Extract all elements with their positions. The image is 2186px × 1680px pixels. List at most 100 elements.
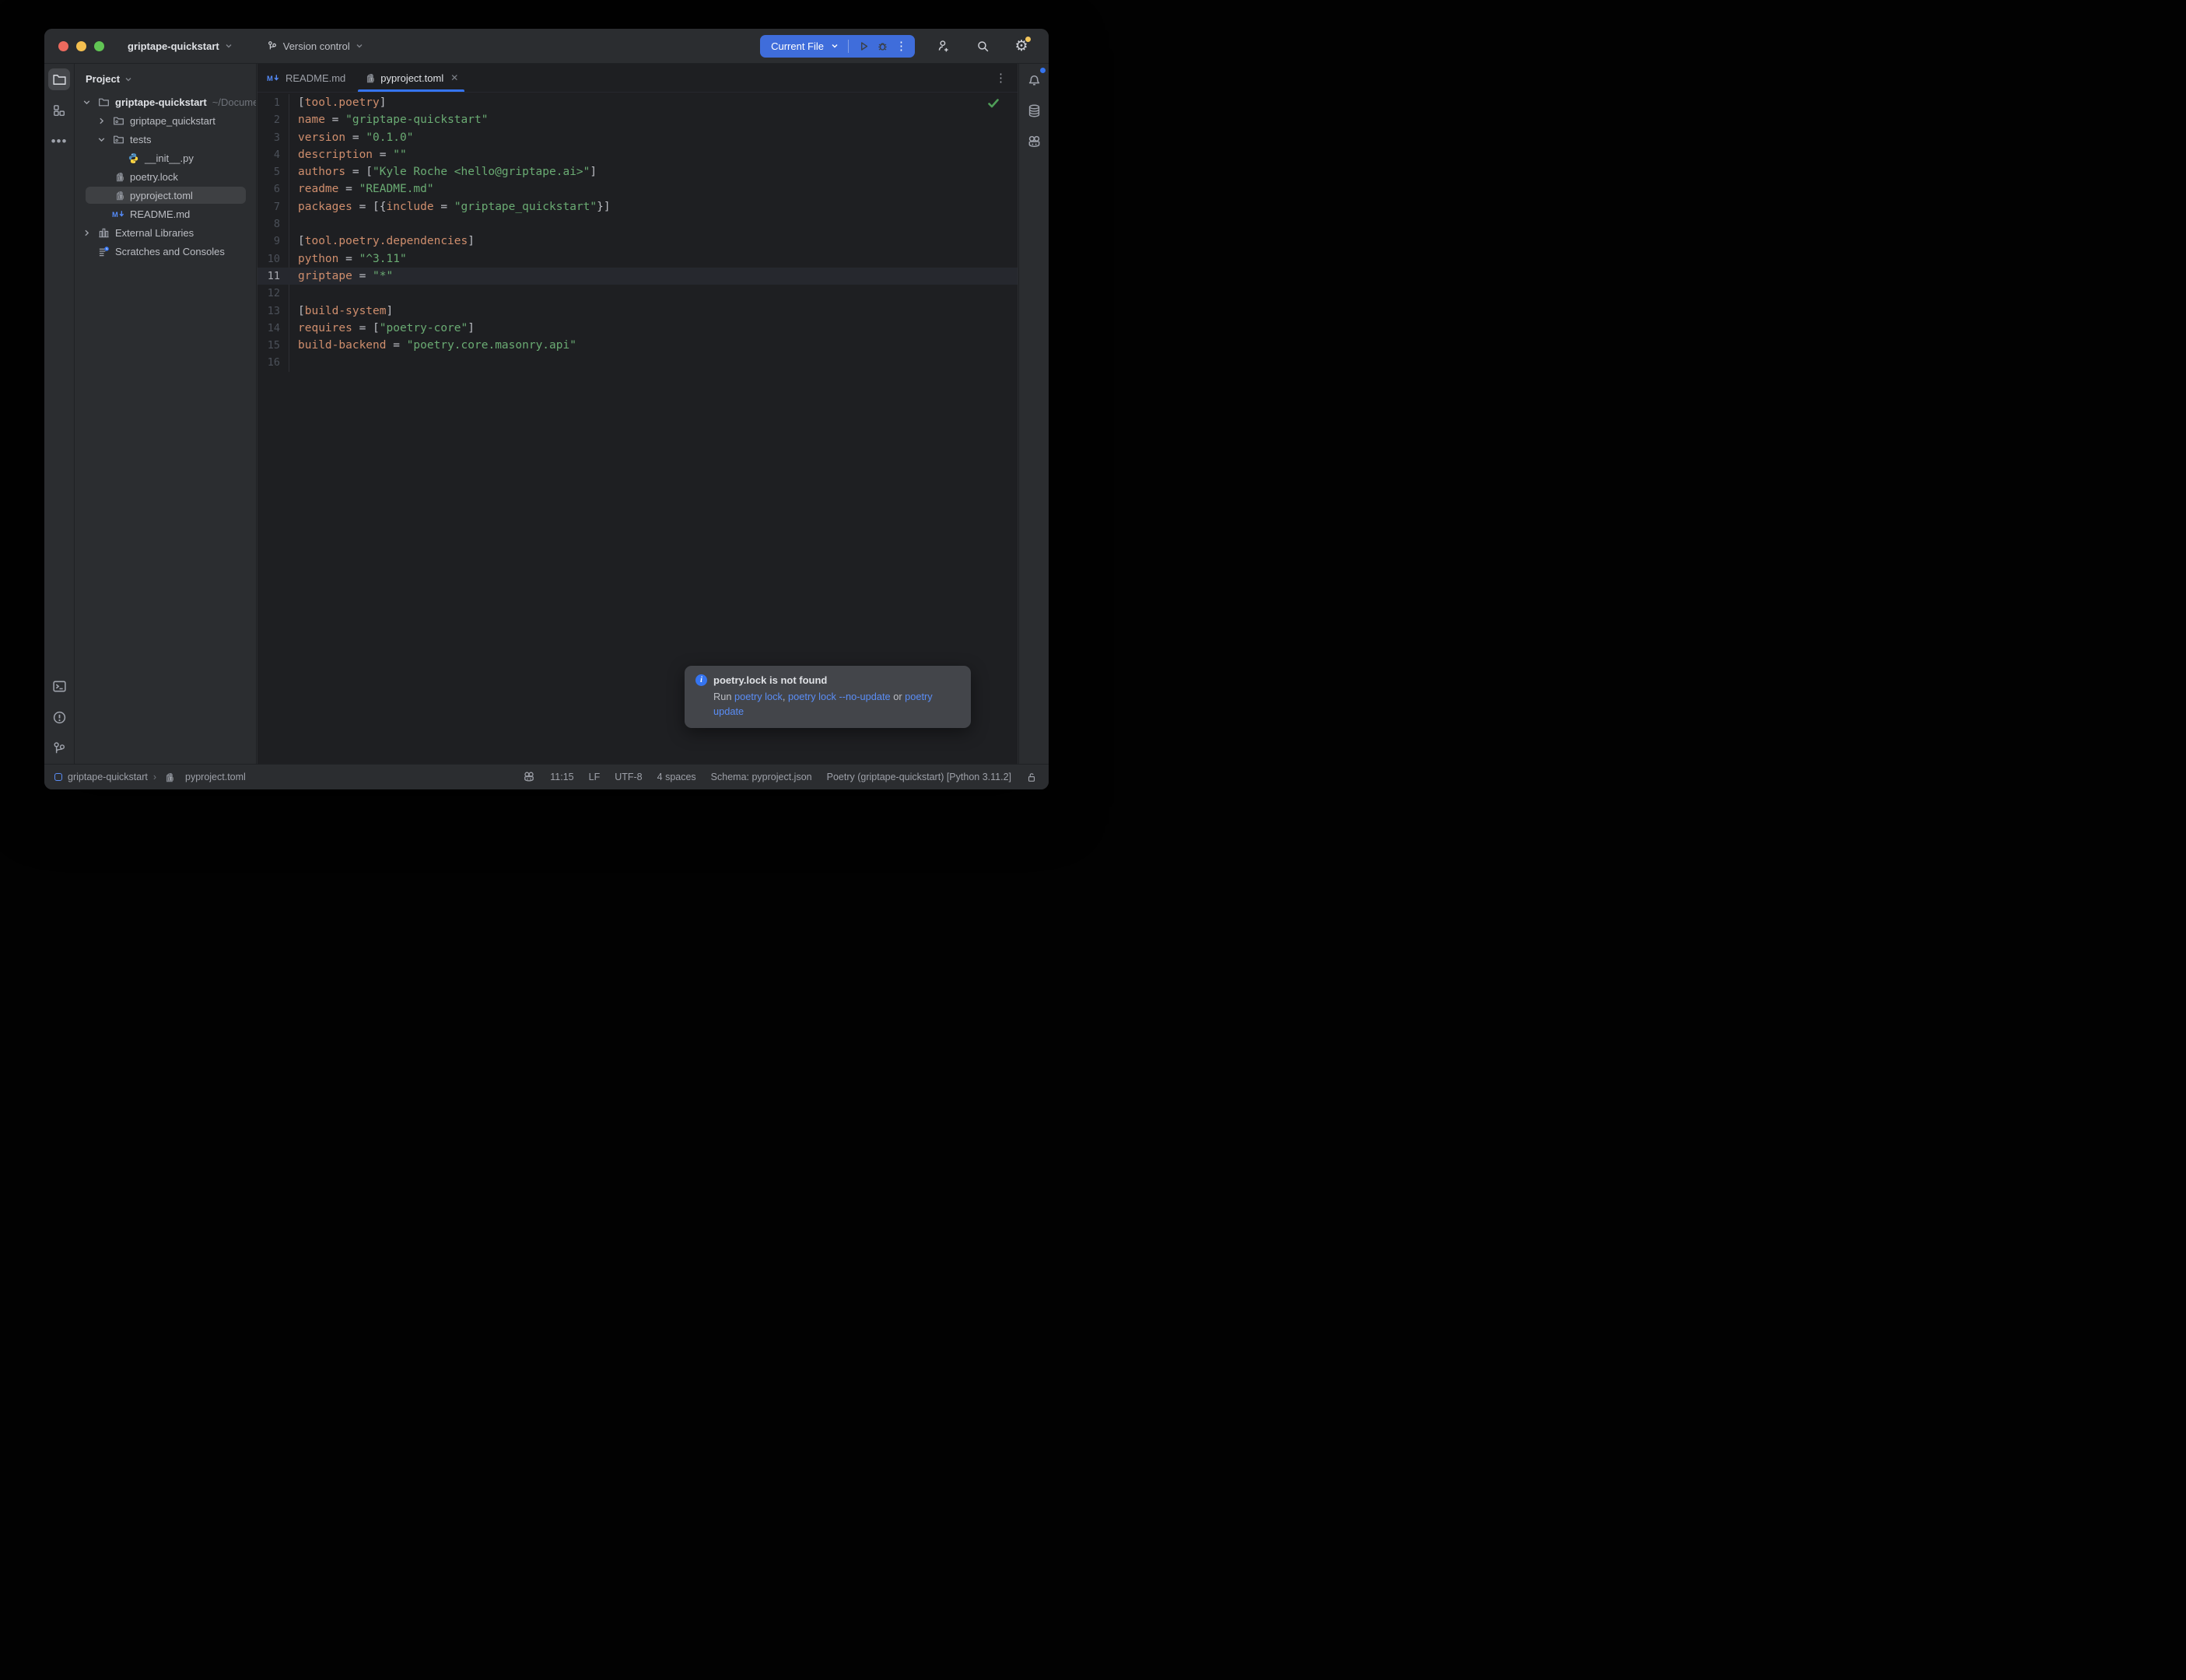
code-line-11[interactable]: 11griptape = "*"	[257, 268, 1018, 285]
database-toolwindow-button[interactable]	[1023, 100, 1045, 121]
close-window-button[interactable]	[58, 41, 68, 51]
chevron-down-icon[interactable]	[97, 135, 112, 144]
chevron-right-icon[interactable]	[97, 117, 112, 125]
title-bar-actions: Current File ⋮ ⚙	[760, 35, 1049, 58]
ide-window: griptape-quickstart Version control Curr…	[44, 29, 1049, 789]
line-separator-widget[interactable]: LF	[589, 772, 601, 782]
ai-assistant-status-icon[interactable]	[523, 771, 535, 783]
more-toolwindows-button[interactable]: •••	[48, 131, 70, 152]
line-number[interactable]: 16	[257, 354, 289, 371]
line-number[interactable]: 1	[257, 94, 289, 111]
svg-text:M: M	[112, 210, 118, 218]
line-number[interactable]: 3	[257, 129, 289, 146]
line-number[interactable]: 12	[257, 285, 289, 302]
breadcrumb-file[interactable]: pyproject.toml	[185, 772, 246, 782]
line-number[interactable]: 6	[257, 180, 289, 198]
lock-icon[interactable]	[1026, 772, 1037, 783]
close-tab-icon[interactable]: ✕	[450, 72, 458, 83]
add-user-button[interactable]	[934, 36, 954, 56]
tree-item-scratches-and-consoles[interactable]: Scratches and Consoles	[75, 242, 256, 261]
ai-assistant-toolwindow-button[interactable]	[1023, 131, 1045, 152]
tree-item-poetry-lock[interactable]: [T]poetry.lock	[75, 167, 256, 186]
code-line-10[interactable]: 10python = "^3.11"	[257, 250, 1018, 268]
window-controls	[44, 41, 118, 51]
play-icon[interactable]	[858, 40, 870, 52]
notification-link-poetry-lock[interactable]: poetry lock	[734, 691, 783, 702]
chevron-right-icon[interactable]	[82, 229, 97, 237]
line-number[interactable]: 11	[257, 268, 289, 285]
indent-widget[interactable]: 4 spaces	[657, 772, 696, 782]
search-everywhere-button[interactable]	[972, 36, 993, 56]
maximize-window-button[interactable]	[94, 41, 104, 51]
editor-tab-bar: MREADME.md[T]pyproject.toml✕ ⋮	[257, 64, 1018, 93]
settings-button[interactable]: ⚙	[1011, 36, 1032, 56]
encoding-widget[interactable]: UTF-8	[615, 772, 642, 782]
tree-item-label: tests	[130, 134, 151, 145]
notification-link-poetry-lock-no-update[interactable]: poetry lock --no-update	[788, 691, 891, 702]
project-toolwindow-button[interactable]	[48, 68, 70, 90]
line-number[interactable]: 14	[257, 320, 289, 337]
inspections-status[interactable]	[988, 99, 999, 108]
minimize-window-button[interactable]	[76, 41, 86, 51]
problems-toolwindow-button[interactable]	[48, 706, 70, 728]
line-number[interactable]: 7	[257, 198, 289, 215]
code-line-5[interactable]: 5authors = ["Kyle Roche <hello@griptape.…	[257, 163, 1018, 180]
chevron-down-icon[interactable]	[831, 42, 839, 50]
notifications-button[interactable]	[1023, 68, 1045, 90]
line-number[interactable]: 8	[257, 215, 289, 233]
line-number[interactable]: 10	[257, 250, 289, 268]
caret-position-widget[interactable]: 11:15	[550, 772, 573, 782]
code-editor[interactable]: 1[tool.poetry]2name = "griptape-quicksta…	[257, 93, 1018, 764]
code-line-6[interactable]: 6readme = "README.md"	[257, 180, 1018, 198]
code-line-9[interactable]: 9[tool.poetry.dependencies]	[257, 233, 1018, 250]
line-number[interactable]: 5	[257, 163, 289, 180]
code-line-14[interactable]: 14requires = ["poetry-core"]	[257, 320, 1018, 337]
tree-item--init-py[interactable]: __init__.py	[75, 149, 256, 167]
version-control-toolwindow-button[interactable]	[48, 737, 70, 759]
code-line-text: requires = ["poetry-core"]	[289, 320, 475, 337]
tab-pyproject-toml[interactable]: [T]pyproject.toml✕	[355, 64, 468, 92]
code-line-1[interactable]: 1[tool.poetry]	[257, 94, 1018, 111]
info-icon: i	[695, 674, 707, 686]
code-line-8[interactable]: 8	[257, 215, 1018, 233]
tree-item-griptape-quickstart[interactable]: griptape_quickstart	[75, 111, 256, 130]
project-switcher[interactable]: griptape-quickstart	[128, 40, 233, 52]
code-line-15[interactable]: 15build-backend = "poetry.core.masonry.a…	[257, 337, 1018, 354]
notification-balloon[interactable]: i poetry.lock is not found Run poetry lo…	[685, 666, 971, 728]
code-line-13[interactable]: 13[build-system]	[257, 303, 1018, 320]
tree-item-pyproject-toml[interactable]: [T]pyproject.toml	[75, 186, 256, 205]
run-config-selector[interactable]: Current File	[771, 40, 824, 52]
code-line-12[interactable]: 12	[257, 285, 1018, 302]
code-line-2[interactable]: 2name = "griptape-quickstart"	[257, 111, 1018, 128]
schema-widget[interactable]: Schema: pyproject.json	[711, 772, 812, 782]
terminal-toolwindow-button[interactable]	[48, 675, 70, 697]
project-panel-header[interactable]: Project	[75, 64, 256, 93]
code-line-text: version = "0.1.0"	[289, 129, 413, 146]
interpreter-widget[interactable]: Poetry (griptape-quickstart) [Python 3.1…	[827, 772, 1011, 782]
tree-item-griptape-quickstart[interactable]: griptape-quickstart~/Docume	[75, 93, 256, 111]
line-number[interactable]: 2	[257, 111, 289, 128]
code-line-4[interactable]: 4description = ""	[257, 146, 1018, 163]
tree-item-tests[interactable]: tests	[75, 130, 256, 149]
line-number[interactable]: 4	[257, 146, 289, 163]
code-line-16[interactable]: 16	[257, 354, 1018, 371]
breadcrumb-project[interactable]: griptape-quickstart	[68, 772, 148, 782]
breadcrumbs: griptape-quickstart › [T] pyproject.toml	[44, 772, 246, 783]
code-line-text	[289, 285, 298, 302]
vcs-widget[interactable]: Version control	[267, 40, 363, 52]
line-number[interactable]: 15	[257, 337, 289, 354]
chevron-down-icon[interactable]	[82, 98, 97, 107]
line-number[interactable]: 9	[257, 233, 289, 250]
tab-readme-md[interactable]: MREADME.md	[257, 64, 355, 92]
tree-item-external-libraries[interactable]: External Libraries	[75, 223, 256, 242]
bug-icon[interactable]	[877, 40, 888, 52]
structure-toolwindow-button[interactable]	[48, 100, 70, 121]
tree-item-label: External Libraries	[115, 227, 194, 239]
line-number[interactable]: 13	[257, 303, 289, 320]
run-more-menu-icon[interactable]: ⋮	[895, 40, 907, 52]
code-line-7[interactable]: 7packages = [{include = "griptape_quicks…	[257, 198, 1018, 215]
tree-item-readme-md[interactable]: MREADME.md	[75, 205, 256, 223]
tab-options-button[interactable]: ⋮	[995, 64, 1018, 92]
code-line-3[interactable]: 3version = "0.1.0"	[257, 129, 1018, 146]
project-panel-title: Project	[86, 73, 120, 85]
